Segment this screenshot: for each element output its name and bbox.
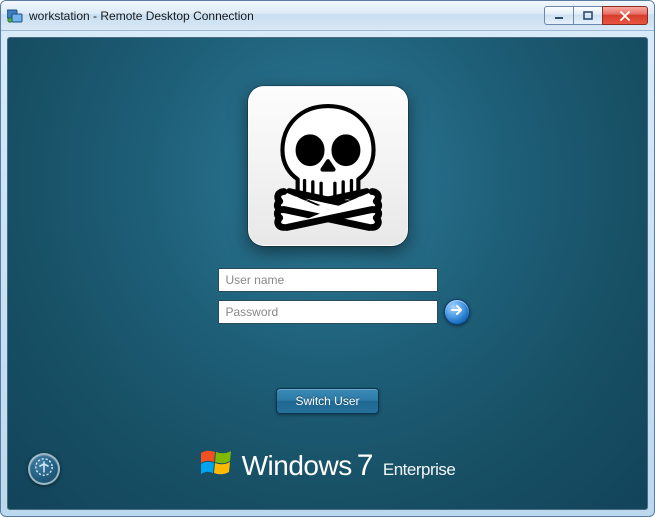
submit-button[interactable] xyxy=(444,299,470,325)
credentials-form xyxy=(186,268,470,324)
minimize-button[interactable] xyxy=(544,6,574,25)
brand-edition: Enterprise xyxy=(383,460,455,480)
close-button[interactable] xyxy=(602,6,648,25)
switch-user-button[interactable]: Switch User xyxy=(276,388,378,414)
windows-logo-icon xyxy=(200,446,234,485)
rdc-window: workstation - Remote Desktop Connection xyxy=(0,0,655,517)
brand-text: Windows7 Enterprise xyxy=(242,449,456,483)
os-branding: Windows7 Enterprise xyxy=(8,446,647,485)
window-controls xyxy=(545,6,648,25)
arrow-right-icon xyxy=(450,303,464,322)
window-title: workstation - Remote Desktop Connection xyxy=(29,9,545,23)
rdc-icon xyxy=(7,8,23,24)
skull-crossbones-icon xyxy=(259,95,397,238)
titlebar[interactable]: workstation - Remote Desktop Connection xyxy=(1,1,654,31)
brand-product: Windows xyxy=(242,450,352,482)
switch-user-label: Switch User xyxy=(295,394,359,408)
maximize-button[interactable] xyxy=(573,6,603,25)
brand-version: 7 xyxy=(357,449,373,483)
username-input[interactable] xyxy=(218,268,438,292)
logon-screen: Switch User xyxy=(7,37,648,510)
user-avatar xyxy=(248,86,408,246)
password-input[interactable] xyxy=(218,300,438,324)
